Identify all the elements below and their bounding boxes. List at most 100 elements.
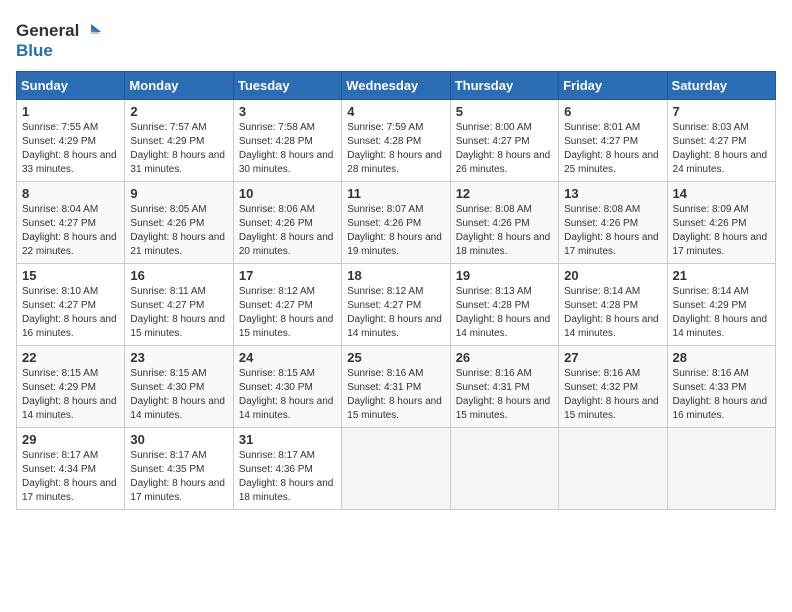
day-info: Sunrise: 8:08 AMSunset: 4:26 PMDaylight:… xyxy=(564,203,661,259)
day-info: Sunrise: 8:09 AMSunset: 4:26 PMDaylight:… xyxy=(673,203,770,259)
day-info: Sunrise: 8:16 AMSunset: 4:33 PMDaylight:… xyxy=(673,367,770,423)
day-info: Sunrise: 8:13 AMSunset: 4:28 PMDaylight:… xyxy=(456,285,553,341)
day-info: Sunrise: 8:15 AMSunset: 4:30 PMDaylight:… xyxy=(239,367,336,423)
calendar-cell: 1Sunrise: 7:55 AMSunset: 4:29 PMDaylight… xyxy=(17,99,125,181)
day-number: 15 xyxy=(22,268,119,283)
day-info: Sunrise: 8:04 AMSunset: 4:27 PMDaylight:… xyxy=(22,203,119,259)
calendar-header-sunday: Sunday xyxy=(17,71,125,99)
day-info: Sunrise: 8:00 AMSunset: 4:27 PMDaylight:… xyxy=(456,121,553,177)
day-number: 31 xyxy=(239,432,336,447)
calendar-cell: 21Sunrise: 8:14 AMSunset: 4:29 PMDayligh… xyxy=(667,263,775,345)
day-number: 8 xyxy=(22,186,119,201)
calendar-cell: 20 Sunrise: 8:14 AMSunset: 4:28 PMDayligh… xyxy=(559,263,667,345)
day-info: Sunrise: 8:06 AMSunset: 4:26 PMDaylight:… xyxy=(239,203,336,259)
day-info: Sunrise: 8:17 AMSunset: 4:35 PMDaylight:… xyxy=(130,449,227,505)
day-info: Sunrise: 8:03 AMSunset: 4:27 PMDaylight:… xyxy=(673,121,770,177)
calendar-header-row: SundayMondayTuesdayWednesdayThursdayFrid… xyxy=(17,71,776,99)
calendar-header-friday: Friday xyxy=(559,71,667,99)
day-info: Sunrise: 8:15 AMSunset: 4:29 PMDaylight:… xyxy=(22,367,119,423)
day-number: 20 xyxy=(564,268,661,283)
calendar-cell: 3 Sunrise: 7:58 AMSunset: 4:28 PMDaylight… xyxy=(233,99,341,181)
day-info: Sunrise: 7:57 AMSunset: 4:29 PMDaylight:… xyxy=(130,121,227,177)
day-number: 27 xyxy=(564,350,661,365)
day-number: 4 xyxy=(347,104,444,119)
day-info: Sunrise: 8:07 AMSunset: 4:26 PMDaylight:… xyxy=(347,203,444,259)
calendar-cell: 16 Sunrise: 8:11 AMSunset: 4:27 PMDayligh… xyxy=(125,263,233,345)
day-number: 14 xyxy=(673,186,770,201)
day-number: 11 xyxy=(347,186,444,201)
calendar-header-wednesday: Wednesday xyxy=(342,71,450,99)
day-info: Sunrise: 8:01 AMSunset: 4:27 PMDaylight:… xyxy=(564,121,661,177)
calendar-week-4: 22 Sunrise: 8:15 AMSunset: 4:29 PMDayligh… xyxy=(17,345,776,427)
calendar-table: SundayMondayTuesdayWednesdayThursdayFrid… xyxy=(16,71,776,510)
calendar-week-1: 1Sunrise: 7:55 AMSunset: 4:29 PMDaylight… xyxy=(17,99,776,181)
day-number: 6 xyxy=(564,104,661,119)
calendar-cell: 7 Sunrise: 8:03 AMSunset: 4:27 PMDaylight… xyxy=(667,99,775,181)
calendar-cell: 8 Sunrise: 8:04 AMSunset: 4:27 PMDaylight… xyxy=(17,181,125,263)
calendar-cell: 19Sunrise: 8:13 AMSunset: 4:28 PMDayligh… xyxy=(450,263,558,345)
calendar-header-tuesday: Tuesday xyxy=(233,71,341,99)
logo-blue: Blue xyxy=(16,42,103,61)
day-info: Sunrise: 8:11 AMSunset: 4:27 PMDaylight:… xyxy=(130,285,227,341)
calendar-cell: 10 Sunrise: 8:06 AMSunset: 4:26 PMDayligh… xyxy=(233,181,341,263)
calendar-cell: 26 Sunrise: 8:16 AMSunset: 4:31 PMDayligh… xyxy=(450,345,558,427)
calendar-cell: 14 Sunrise: 8:09 AMSunset: 4:26 PMDayligh… xyxy=(667,181,775,263)
day-info: Sunrise: 8:05 AMSunset: 4:26 PMDaylight:… xyxy=(130,203,227,259)
calendar-cell: 28Sunrise: 8:16 AMSunset: 4:33 PMDayligh… xyxy=(667,345,775,427)
day-info: Sunrise: 7:55 AMSunset: 4:29 PMDaylight:… xyxy=(22,121,119,177)
calendar-cell xyxy=(559,427,667,509)
day-number: 3 xyxy=(239,104,336,119)
calendar-cell: 6 Sunrise: 8:01 AMSunset: 4:27 PMDaylight… xyxy=(559,99,667,181)
calendar-cell: 31Sunrise: 8:17 AMSunset: 4:36 PMDayligh… xyxy=(233,427,341,509)
calendar-cell: 23 Sunrise: 8:15 AMSunset: 4:30 PMDayligh… xyxy=(125,345,233,427)
page-header: General Blue xyxy=(16,16,776,61)
logo-bird-icon xyxy=(81,20,103,42)
calendar-cell xyxy=(450,427,558,509)
calendar-cell xyxy=(667,427,775,509)
day-number: 29 xyxy=(22,432,119,447)
calendar-cell: 13 Sunrise: 8:08 AMSunset: 4:26 PMDayligh… xyxy=(559,181,667,263)
calendar-cell: 27Sunrise: 8:16 AMSunset: 4:32 PMDayligh… xyxy=(559,345,667,427)
day-number: 7 xyxy=(673,104,770,119)
day-number: 18 xyxy=(347,268,444,283)
day-info: Sunrise: 7:59 AMSunset: 4:28 PMDaylight:… xyxy=(347,121,444,177)
calendar-cell: 30Sunrise: 8:17 AMSunset: 4:35 PMDayligh… xyxy=(125,427,233,509)
calendar-cell: 5 Sunrise: 8:00 AMSunset: 4:27 PMDaylight… xyxy=(450,99,558,181)
calendar-cell: 18 Sunrise: 8:12 AMSunset: 4:27 PMDayligh… xyxy=(342,263,450,345)
calendar-cell: 9 Sunrise: 8:05 AMSunset: 4:26 PMDaylight… xyxy=(125,181,233,263)
day-info: Sunrise: 8:08 AMSunset: 4:26 PMDaylight:… xyxy=(456,203,553,259)
day-number: 5 xyxy=(456,104,553,119)
day-number: 9 xyxy=(130,186,227,201)
day-number: 24 xyxy=(239,350,336,365)
calendar-week-2: 8 Sunrise: 8:04 AMSunset: 4:27 PMDaylight… xyxy=(17,181,776,263)
day-info: Sunrise: 8:14 AMSunset: 4:28 PMDaylight:… xyxy=(564,285,661,341)
calendar-cell: 24 Sunrise: 8:15 AMSunset: 4:30 PMDayligh… xyxy=(233,345,341,427)
calendar-cell: 12 Sunrise: 8:08 AMSunset: 4:26 PMDayligh… xyxy=(450,181,558,263)
day-number: 13 xyxy=(564,186,661,201)
calendar-cell: 15Sunrise: 8:10 AMSunset: 4:27 PMDayligh… xyxy=(17,263,125,345)
day-number: 26 xyxy=(456,350,553,365)
day-number: 17 xyxy=(239,268,336,283)
calendar-cell: 4 Sunrise: 7:59 AMSunset: 4:28 PMDaylight… xyxy=(342,99,450,181)
day-number: 23 xyxy=(130,350,227,365)
day-info: Sunrise: 8:12 AMSunset: 4:27 PMDaylight:… xyxy=(347,285,444,341)
day-info: Sunrise: 8:17 AMSunset: 4:34 PMDaylight:… xyxy=(22,449,119,505)
day-number: 12 xyxy=(456,186,553,201)
calendar-cell: 17 Sunrise: 8:12 AMSunset: 4:27 PMDayligh… xyxy=(233,263,341,345)
calendar-header-thursday: Thursday xyxy=(450,71,558,99)
day-number: 10 xyxy=(239,186,336,201)
day-number: 16 xyxy=(130,268,227,283)
calendar-cell xyxy=(342,427,450,509)
calendar-header-monday: Monday xyxy=(125,71,233,99)
day-number: 22 xyxy=(22,350,119,365)
day-info: Sunrise: 8:15 AMSunset: 4:30 PMDaylight:… xyxy=(130,367,227,423)
logo: General Blue xyxy=(16,16,103,61)
day-info: Sunrise: 8:16 AMSunset: 4:31 PMDaylight:… xyxy=(456,367,553,423)
day-number: 21 xyxy=(673,268,770,283)
calendar-cell: 25Sunrise: 8:16 AMSunset: 4:31 PMDayligh… xyxy=(342,345,450,427)
day-info: Sunrise: 8:12 AMSunset: 4:27 PMDaylight:… xyxy=(239,285,336,341)
day-info: Sunrise: 7:58 AMSunset: 4:28 PMDaylight:… xyxy=(239,121,336,177)
day-number: 2 xyxy=(130,104,227,119)
calendar-week-5: 29 Sunrise: 8:17 AMSunset: 4:34 PMDayligh… xyxy=(17,427,776,509)
calendar-cell: 29 Sunrise: 8:17 AMSunset: 4:34 PMDayligh… xyxy=(17,427,125,509)
